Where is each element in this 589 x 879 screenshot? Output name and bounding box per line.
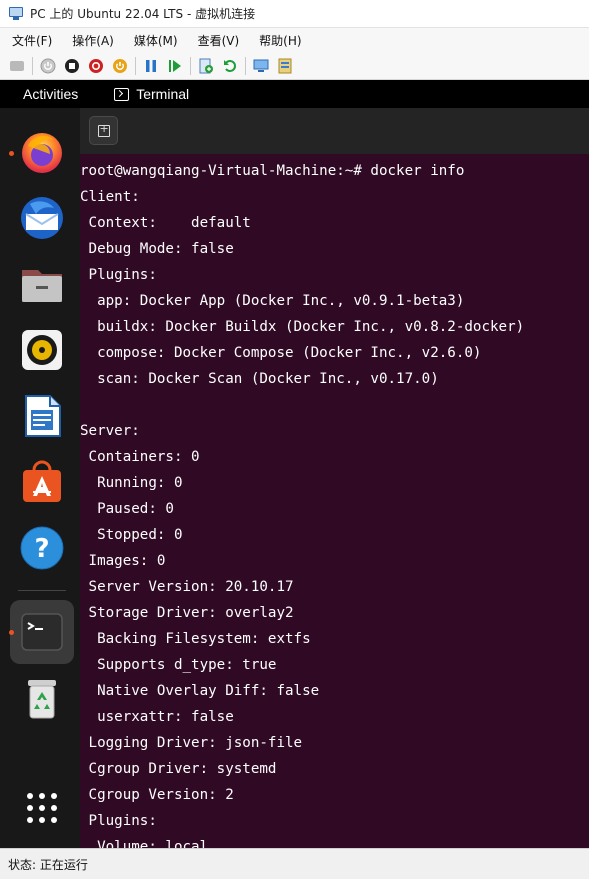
ctrl-alt-del-icon[interactable] <box>8 57 26 75</box>
vm-status: 状态: 正在运行 <box>8 857 88 872</box>
terminal-line: Server Version: 20.10.17 <box>80 579 294 595</box>
trash-icon <box>28 680 56 719</box>
dock-trash[interactable] <box>10 666 74 730</box>
status-bar: 状态: 正在运行 <box>0 848 589 879</box>
reset-icon[interactable] <box>166 57 184 75</box>
firefox-icon <box>22 133 62 173</box>
terminal-line: userxattr: false <box>80 709 234 725</box>
terminal-line: Client: <box>80 189 140 205</box>
terminal-prompt-line: root@wangqiang-Virtual-Machine:~# docker… <box>80 163 465 179</box>
toolbar-separator <box>32 56 33 75</box>
dock-terminal[interactable] <box>10 600 74 664</box>
shutdown-icon[interactable] <box>87 57 105 75</box>
terminal-line: Cgroup Driver: systemd <box>80 761 277 777</box>
app-menu-label: Terminal <box>136 86 190 102</box>
terminal-headerbar <box>80 108 589 154</box>
vm-toolbar <box>0 52 589 80</box>
checkpoint-icon[interactable] <box>197 57 215 75</box>
dock-help[interactable]: ? <box>10 516 74 580</box>
terminal-line: Native Overlay Diff: false <box>80 683 320 699</box>
terminal-line: Plugins: <box>80 813 157 829</box>
menu-file[interactable]: 文件(F) <box>12 32 52 49</box>
dock-separator <box>18 590 66 591</box>
turn-off-icon[interactable] <box>63 57 81 75</box>
dock-rhythmbox[interactable] <box>10 318 74 382</box>
new-tab-button[interactable] <box>89 116 118 145</box>
terminal-icon <box>114 87 130 101</box>
app-menu-terminal[interactable]: Terminal <box>114 86 189 102</box>
dock-libreoffice-writer[interactable] <box>10 384 74 448</box>
terminal-window[interactable]: root@wangqiang-Virtual-Machine:~# docker… <box>80 108 589 848</box>
share-icon[interactable] <box>276 57 294 75</box>
terminal-line: Cgroup Version: 2 <box>80 787 234 803</box>
terminal-line: scan: Docker Scan (Docker Inc., v0.17.0) <box>80 371 439 387</box>
terminal-line: Logging Driver: json-file <box>80 735 303 751</box>
menu-action[interactable]: 操作(A) <box>72 32 114 49</box>
dock-ubuntu-software[interactable] <box>10 450 74 514</box>
app-grid-icon <box>27 793 57 823</box>
dock: ? <box>0 108 80 848</box>
terminal-line: Storage Driver: overlay2 <box>80 605 294 621</box>
terminal-line: compose: Docker Compose (Docker Inc., v2… <box>80 345 482 361</box>
terminal-output[interactable]: root@wangqiang-Virtual-Machine:~# docker… <box>80 158 589 848</box>
window-titlebar: PC 上的 Ubuntu 22.04 LTS - 虚拟机连接 <box>0 0 589 28</box>
thunderbird-icon <box>21 197 63 239</box>
vm-connection-icon <box>8 6 24 21</box>
revert-icon[interactable] <box>221 57 239 75</box>
svg-text:?: ? <box>34 534 49 564</box>
terminal-line: Images: 0 <box>80 553 166 569</box>
new-tab-icon <box>97 122 110 137</box>
menu-media[interactable]: 媒体(M) <box>134 32 178 49</box>
terminal-line: Containers: 0 <box>80 449 200 465</box>
terminal-line: Volume: local <box>80 839 209 848</box>
dock-thunderbird[interactable] <box>10 186 74 250</box>
terminal-line: Paused: 0 <box>80 501 174 517</box>
terminal-line: Stopped: 0 <box>80 527 183 543</box>
rhythmbox-icon <box>22 330 62 370</box>
activities-button[interactable]: Activities <box>23 86 78 102</box>
terminal-line: Server: <box>80 423 140 439</box>
enhanced-session-icon[interactable] <box>252 57 270 75</box>
terminal-line: Debug Mode: false <box>80 241 234 257</box>
menu-help[interactable]: 帮助(H) <box>259 32 301 49</box>
terminal-line: Running: 0 <box>80 475 183 491</box>
toolbar-separator <box>245 56 246 75</box>
menu-view[interactable]: 查看(V) <box>198 32 240 49</box>
terminal-line: Backing Filesystem: extfs <box>80 631 311 647</box>
writer-icon <box>25 395 61 437</box>
help-icon: ? <box>20 526 64 570</box>
dock-files[interactable] <box>10 252 74 316</box>
save-icon[interactable] <box>111 57 129 75</box>
dock-firefox[interactable] <box>10 120 74 184</box>
menubar: 文件(F) 操作(A) 媒体(M) 查看(V) 帮助(H) <box>0 28 589 52</box>
files-icon <box>22 270 62 302</box>
show-applications-button[interactable] <box>10 776 74 840</box>
terminal-icon <box>21 613 63 651</box>
start-icon[interactable] <box>39 57 57 75</box>
terminal-line: Supports d_type: true <box>80 657 277 673</box>
software-store-icon <box>23 460 61 502</box>
gnome-top-bar: Activities Terminal <box>0 80 589 108</box>
terminal-line: app: Docker App (Docker Inc., v0.9.1-bet… <box>80 293 465 309</box>
terminal-line: Plugins: <box>80 267 157 283</box>
toolbar-separator <box>135 56 136 75</box>
window-title: PC 上的 Ubuntu 22.04 LTS - 虚拟机连接 <box>30 7 256 21</box>
terminal-line: buildx: Docker Buildx (Docker Inc., v0.8… <box>80 319 525 335</box>
toolbar-separator <box>190 56 191 75</box>
pause-icon[interactable] <box>142 57 160 75</box>
terminal-line: Context: default <box>80 215 251 231</box>
